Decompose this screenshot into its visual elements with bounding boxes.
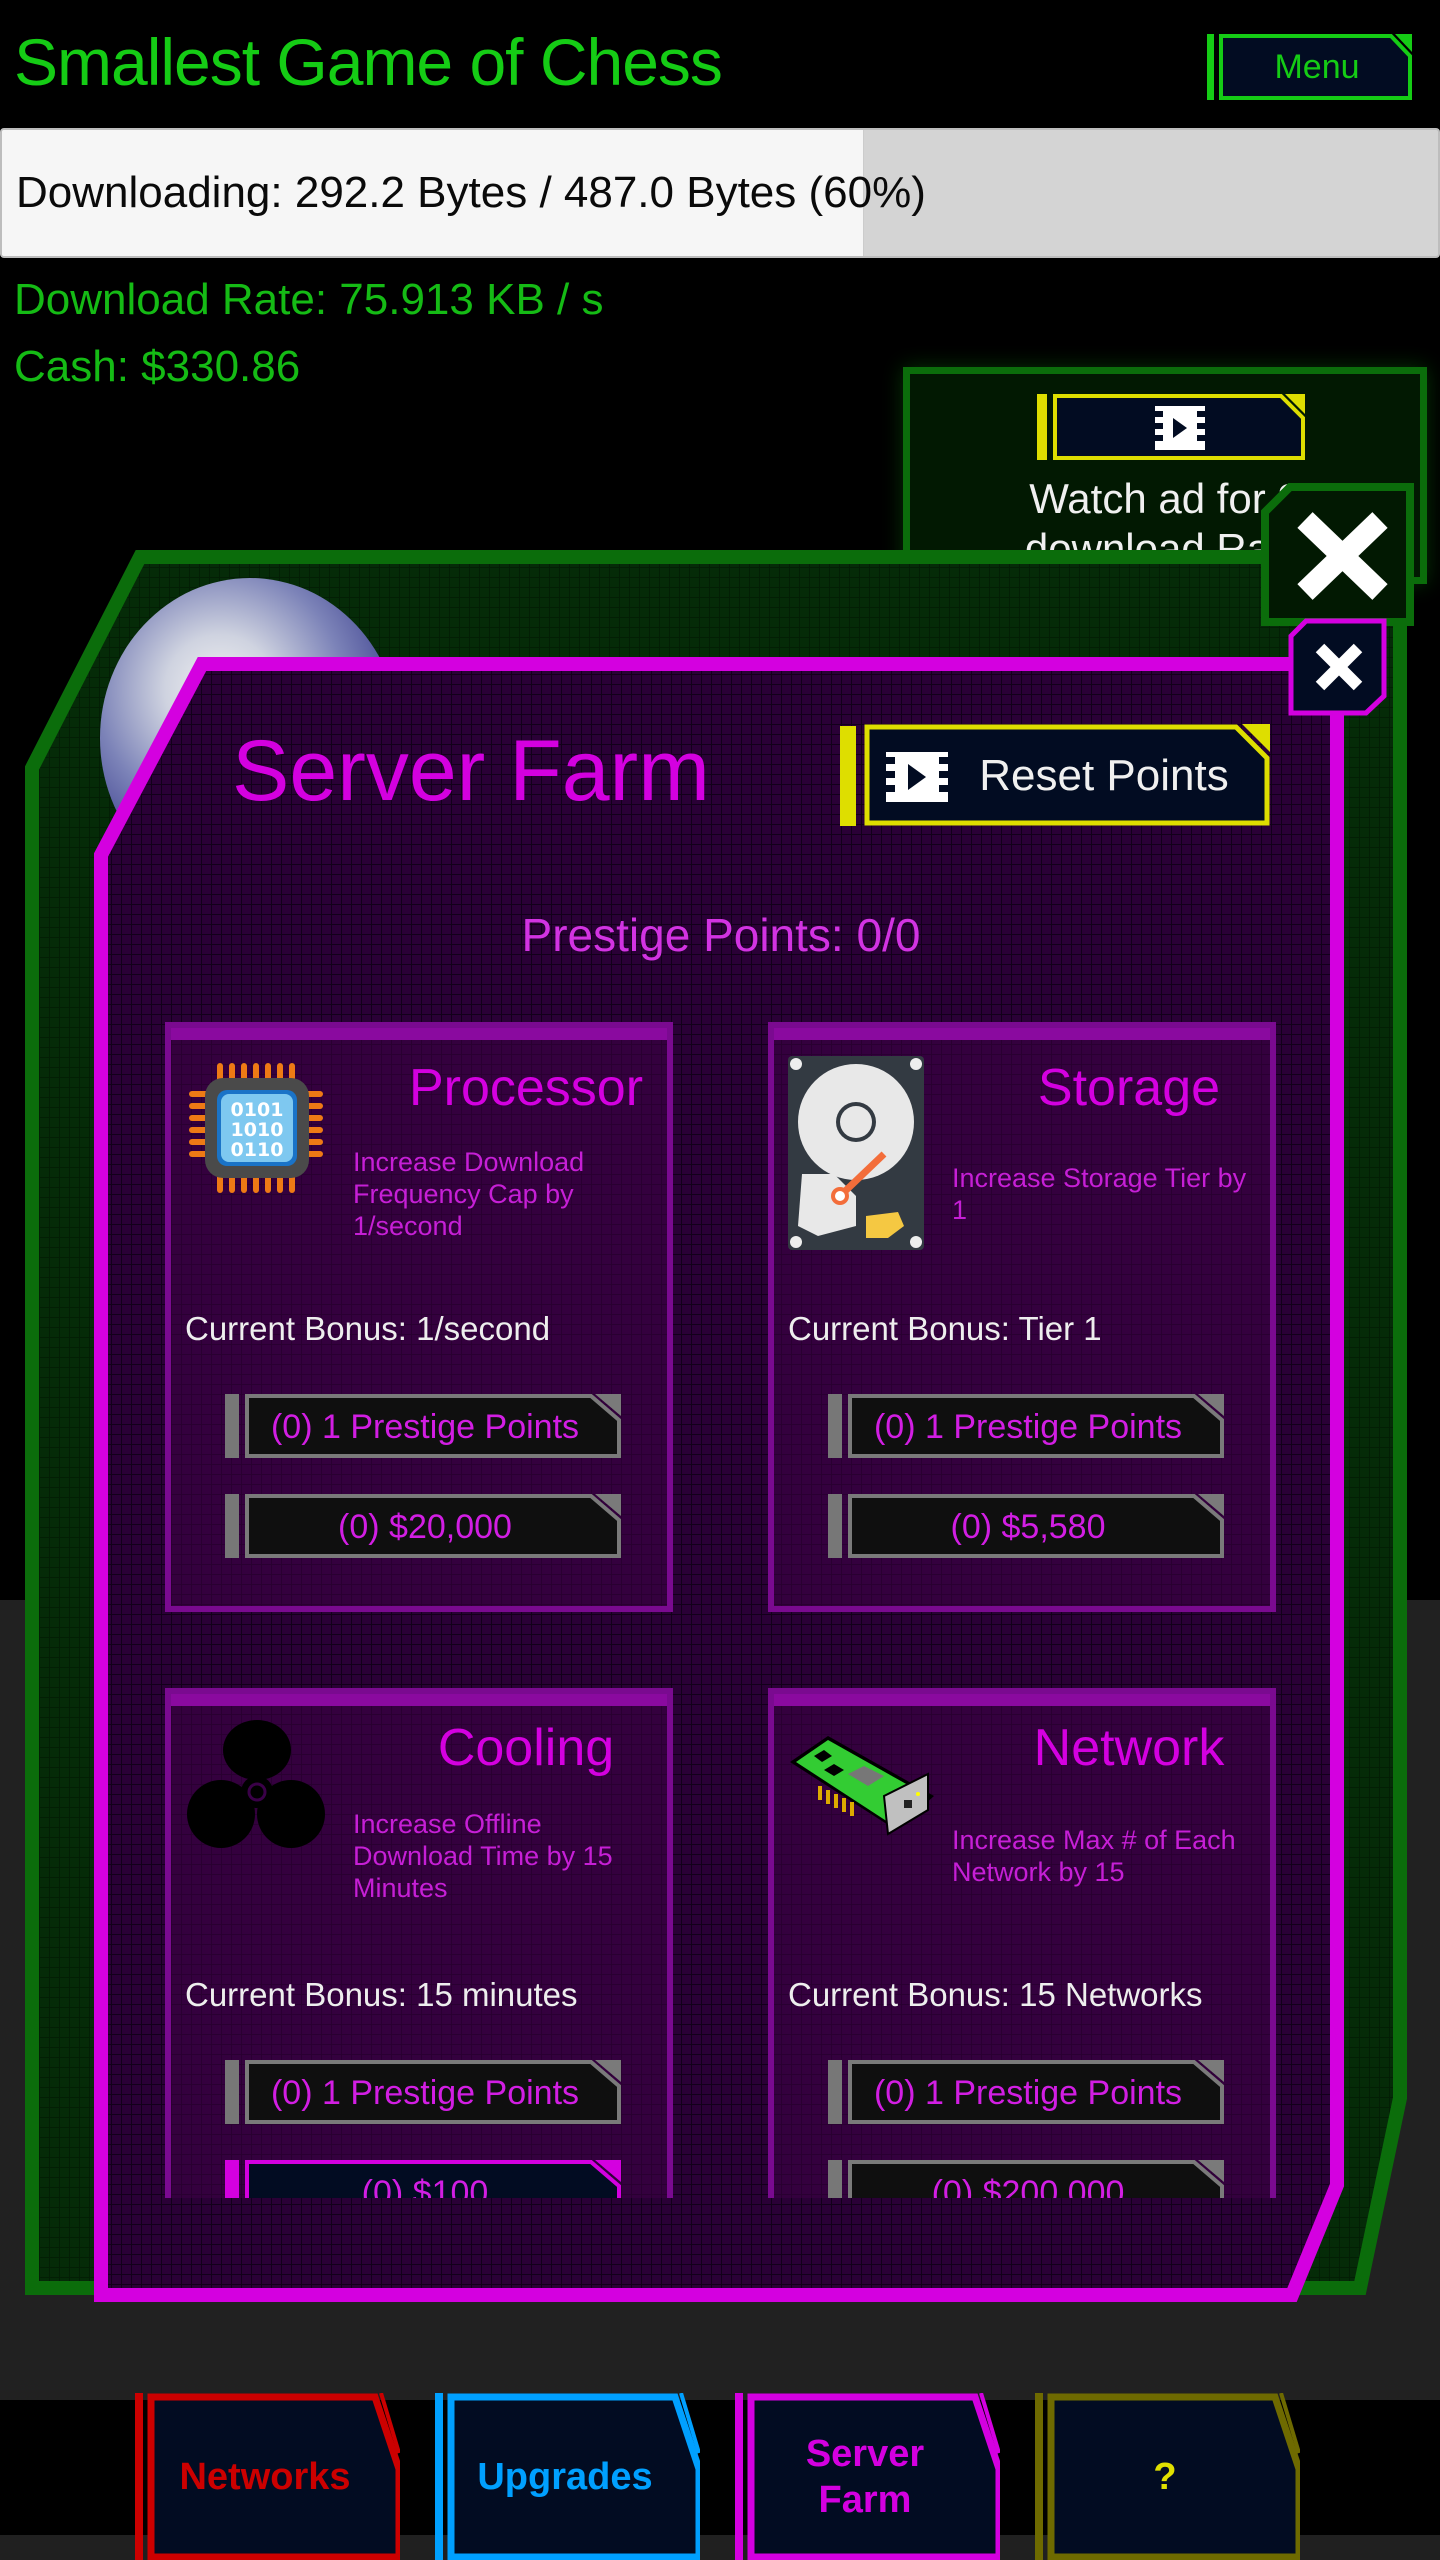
card-current-bonus: Current Bonus: 15 minutes — [185, 1976, 578, 2013]
prestige-buy-button[interactable]: (0) 1 Prestige Points — [245, 2060, 621, 2124]
fan-icon — [187, 1720, 325, 1848]
cash-buy-button[interactable]: (0) $200,000 — [848, 2160, 1224, 2198]
watch-ad-button[interactable] — [1053, 394, 1305, 460]
svg-text:1010: 1010 — [231, 1119, 284, 1141]
prestige-points: Prestige Points: 0/0 — [521, 909, 921, 961]
reset-points-button-accent — [840, 726, 856, 826]
card-title: Processor — [408, 1059, 644, 1117]
nav-tab-networks[interactable]: Networks — [135, 2393, 400, 2560]
cash-buy-accent — [828, 2160, 842, 2198]
cpu-chip-icon: 0101 1010 0110 — [189, 1063, 323, 1193]
nav-tab-upgrades[interactable]: Upgrades — [435, 2393, 700, 2560]
film-play-icon — [1155, 406, 1205, 450]
nav-tab-label: Upgrades — [477, 2455, 653, 2498]
nav-tab-label: Networks — [179, 2455, 351, 2498]
upgrade-card-cooling: Cooling Increase Offline Download Time b… — [165, 1688, 673, 2198]
cash-cost-label: (0) $20,000 — [338, 1508, 512, 1546]
menu-label: Menu — [1274, 48, 1359, 86]
network-card-icon — [790, 1736, 934, 1836]
upgrade-card-network: Network Increase Max # of Each Network b… — [768, 1688, 1276, 2198]
game-title: Smallest Game of Chess — [14, 25, 723, 99]
prestige-cost-label: (0) 1 Prestige Points — [874, 2074, 1182, 2112]
reset-points-button[interactable]: Reset Points — [864, 724, 1270, 826]
film-play-icon — [886, 752, 948, 802]
cash-cost-label: (0) $5,580 — [951, 1508, 1106, 1546]
prestige-cost-label: (0) 1 Prestige Points — [874, 1408, 1182, 1446]
cash-amount: Cash: $330.86 — [14, 342, 301, 391]
reset-points-label: Reset Points — [979, 751, 1228, 800]
close-ad-button[interactable] — [1260, 482, 1415, 632]
upgrade-cards-scroll[interactable]: 0101 1010 0110 Processor Increase Downlo… — [160, 1020, 1280, 2198]
menu-button[interactable]: Menu — [1207, 34, 1412, 100]
prestige-cost-label: (0) 1 Prestige Points — [271, 2074, 579, 2112]
card-current-bonus: Current Bonus: 1/second — [185, 1310, 551, 1347]
server-farm-title: Server Farm — [232, 723, 710, 819]
prestige-buy-button[interactable]: (0) 1 Prestige Points — [245, 1394, 621, 1458]
upgrade-card-storage: Storage Increase Storage Tier by 1 Curre… — [768, 1022, 1276, 1612]
card-top-band — [774, 1694, 1270, 1706]
card-title: Network — [1033, 1719, 1225, 1777]
card-top-band — [774, 1028, 1270, 1040]
menu-button-accent — [1207, 34, 1214, 100]
nav-tab-label: ? — [1153, 2455, 1177, 2498]
card-current-bonus: Current Bonus: 15 Networks — [788, 1976, 1203, 2013]
prestige-buy-button[interactable]: (0) 1 Prestige Points — [848, 2060, 1224, 2124]
card-description: Increase Storage Tier by 1 — [952, 1163, 1247, 1225]
card-description: Increase Max # of Each Network by 15 — [952, 1825, 1236, 1887]
card-title: Storage — [1037, 1059, 1221, 1117]
prestige-buy-accent — [225, 2060, 239, 2124]
svg-text:0110: 0110 — [231, 1139, 284, 1161]
upgrade-card-processor: 0101 1010 0110 Processor Increase Downlo… — [165, 1022, 673, 1612]
cash-buy-button[interactable]: (0) $20,000 — [245, 1494, 621, 1558]
nav-tab-label: Server Farm — [805, 2432, 925, 2521]
cash-buy-accent — [225, 1494, 239, 1558]
close-server-farm-button[interactable] — [1288, 618, 1388, 716]
download-progress-bar: Downloading: 292.2 Bytes / 487.0 Bytes (… — [0, 128, 1440, 258]
nav-tab-server-farm[interactable]: Server Farm — [735, 2393, 1000, 2560]
card-title: Cooling — [437, 1719, 615, 1777]
card-current-bonus: Current Bonus: Tier 1 — [788, 1310, 1102, 1347]
prestige-buy-accent — [828, 1394, 842, 1458]
card-top-band — [171, 1028, 667, 1040]
prestige-buy-button[interactable]: (0) 1 Prestige Points — [848, 1394, 1224, 1458]
card-top-band — [171, 1694, 667, 1706]
cash-buy-accent — [828, 1494, 842, 1558]
cash-cost-label: (0) $100 — [362, 2174, 489, 2198]
nav-tab-help[interactable]: ? — [1035, 2393, 1300, 2560]
cash-cost-label: (0) $200,000 — [932, 2174, 1125, 2198]
download-progress-text: Downloading: 292.2 Bytes / 487.0 Bytes (… — [16, 168, 926, 217]
card-description: Increase Download Frequency Cap by 1/sec… — [353, 1147, 585, 1241]
prestige-cost-label: (0) 1 Prestige Points — [271, 1408, 579, 1446]
prestige-buy-accent — [225, 1394, 239, 1458]
cash-buy-button[interactable]: (0) $5,580 — [848, 1494, 1224, 1558]
card-description: Increase Offline Download Time by 15 Min… — [353, 1809, 613, 1903]
menu-button-frame: Menu — [1219, 34, 1412, 100]
cash-buy-button[interactable]: (0) $100 — [245, 2160, 621, 2198]
prestige-buy-accent — [828, 2060, 842, 2124]
svg-text:0101: 0101 — [231, 1099, 284, 1121]
hard-drive-icon — [788, 1056, 924, 1250]
download-rate: Download Rate: 75.913 KB / s — [14, 275, 604, 324]
cash-buy-accent — [225, 2160, 239, 2198]
watch-ad-button-accent — [1037, 394, 1047, 460]
